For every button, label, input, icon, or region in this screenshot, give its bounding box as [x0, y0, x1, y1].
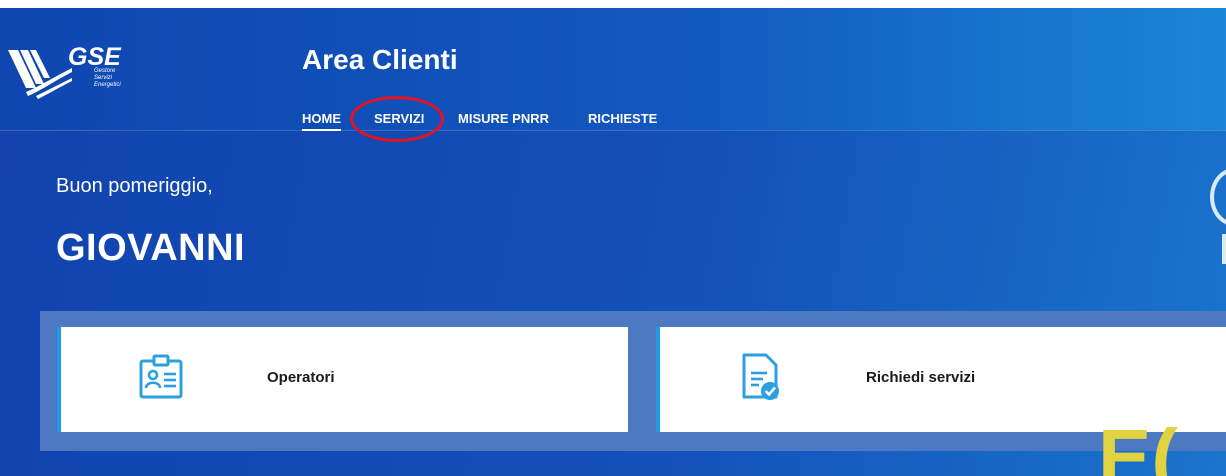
logo-subtitle-line: Servizi — [94, 75, 113, 81]
card-operatori-label: Operatori — [267, 369, 335, 386]
logo-swoosh-icon — [8, 50, 72, 99]
greeting-text: Buon pomeriggio, — [56, 175, 213, 197]
page-frame: GSE Gestore Servizi Energetici Area Clie… — [0, 8, 1226, 476]
logo-subtitle: Gestore Servizi Energetici — [94, 68, 134, 89]
logo-wordmark: GSE — [68, 43, 121, 71]
decorative-letter: E( — [1098, 413, 1178, 476]
nav-item-richieste[interactable]: RICHIESTE — [588, 111, 657, 127]
header-divider — [0, 130, 1226, 131]
nav-item-home[interactable]: HOME — [302, 111, 341, 131]
nav-item-misure-pnrr[interactable]: MISURE PNRR — [458, 111, 549, 127]
app-title: Area Clienti — [302, 44, 458, 75]
card-richiedi-servizi-label: Richiedi servizi — [866, 369, 976, 386]
servizi-highlight-circle — [350, 96, 444, 142]
user-name: GIOVANNI — [56, 227, 246, 269]
logo-subtitle-line: Energetici — [94, 82, 121, 88]
card-operatori[interactable]: Operatori — [57, 327, 628, 432]
decorative-bar — [1222, 234, 1226, 264]
id-card-icon — [139, 354, 183, 399]
gse-logo[interactable]: GSE Gestore Servizi Energetici — [6, 43, 136, 102]
document-check-icon — [742, 353, 779, 400]
logo-subtitle-line: Gestore — [94, 68, 116, 74]
